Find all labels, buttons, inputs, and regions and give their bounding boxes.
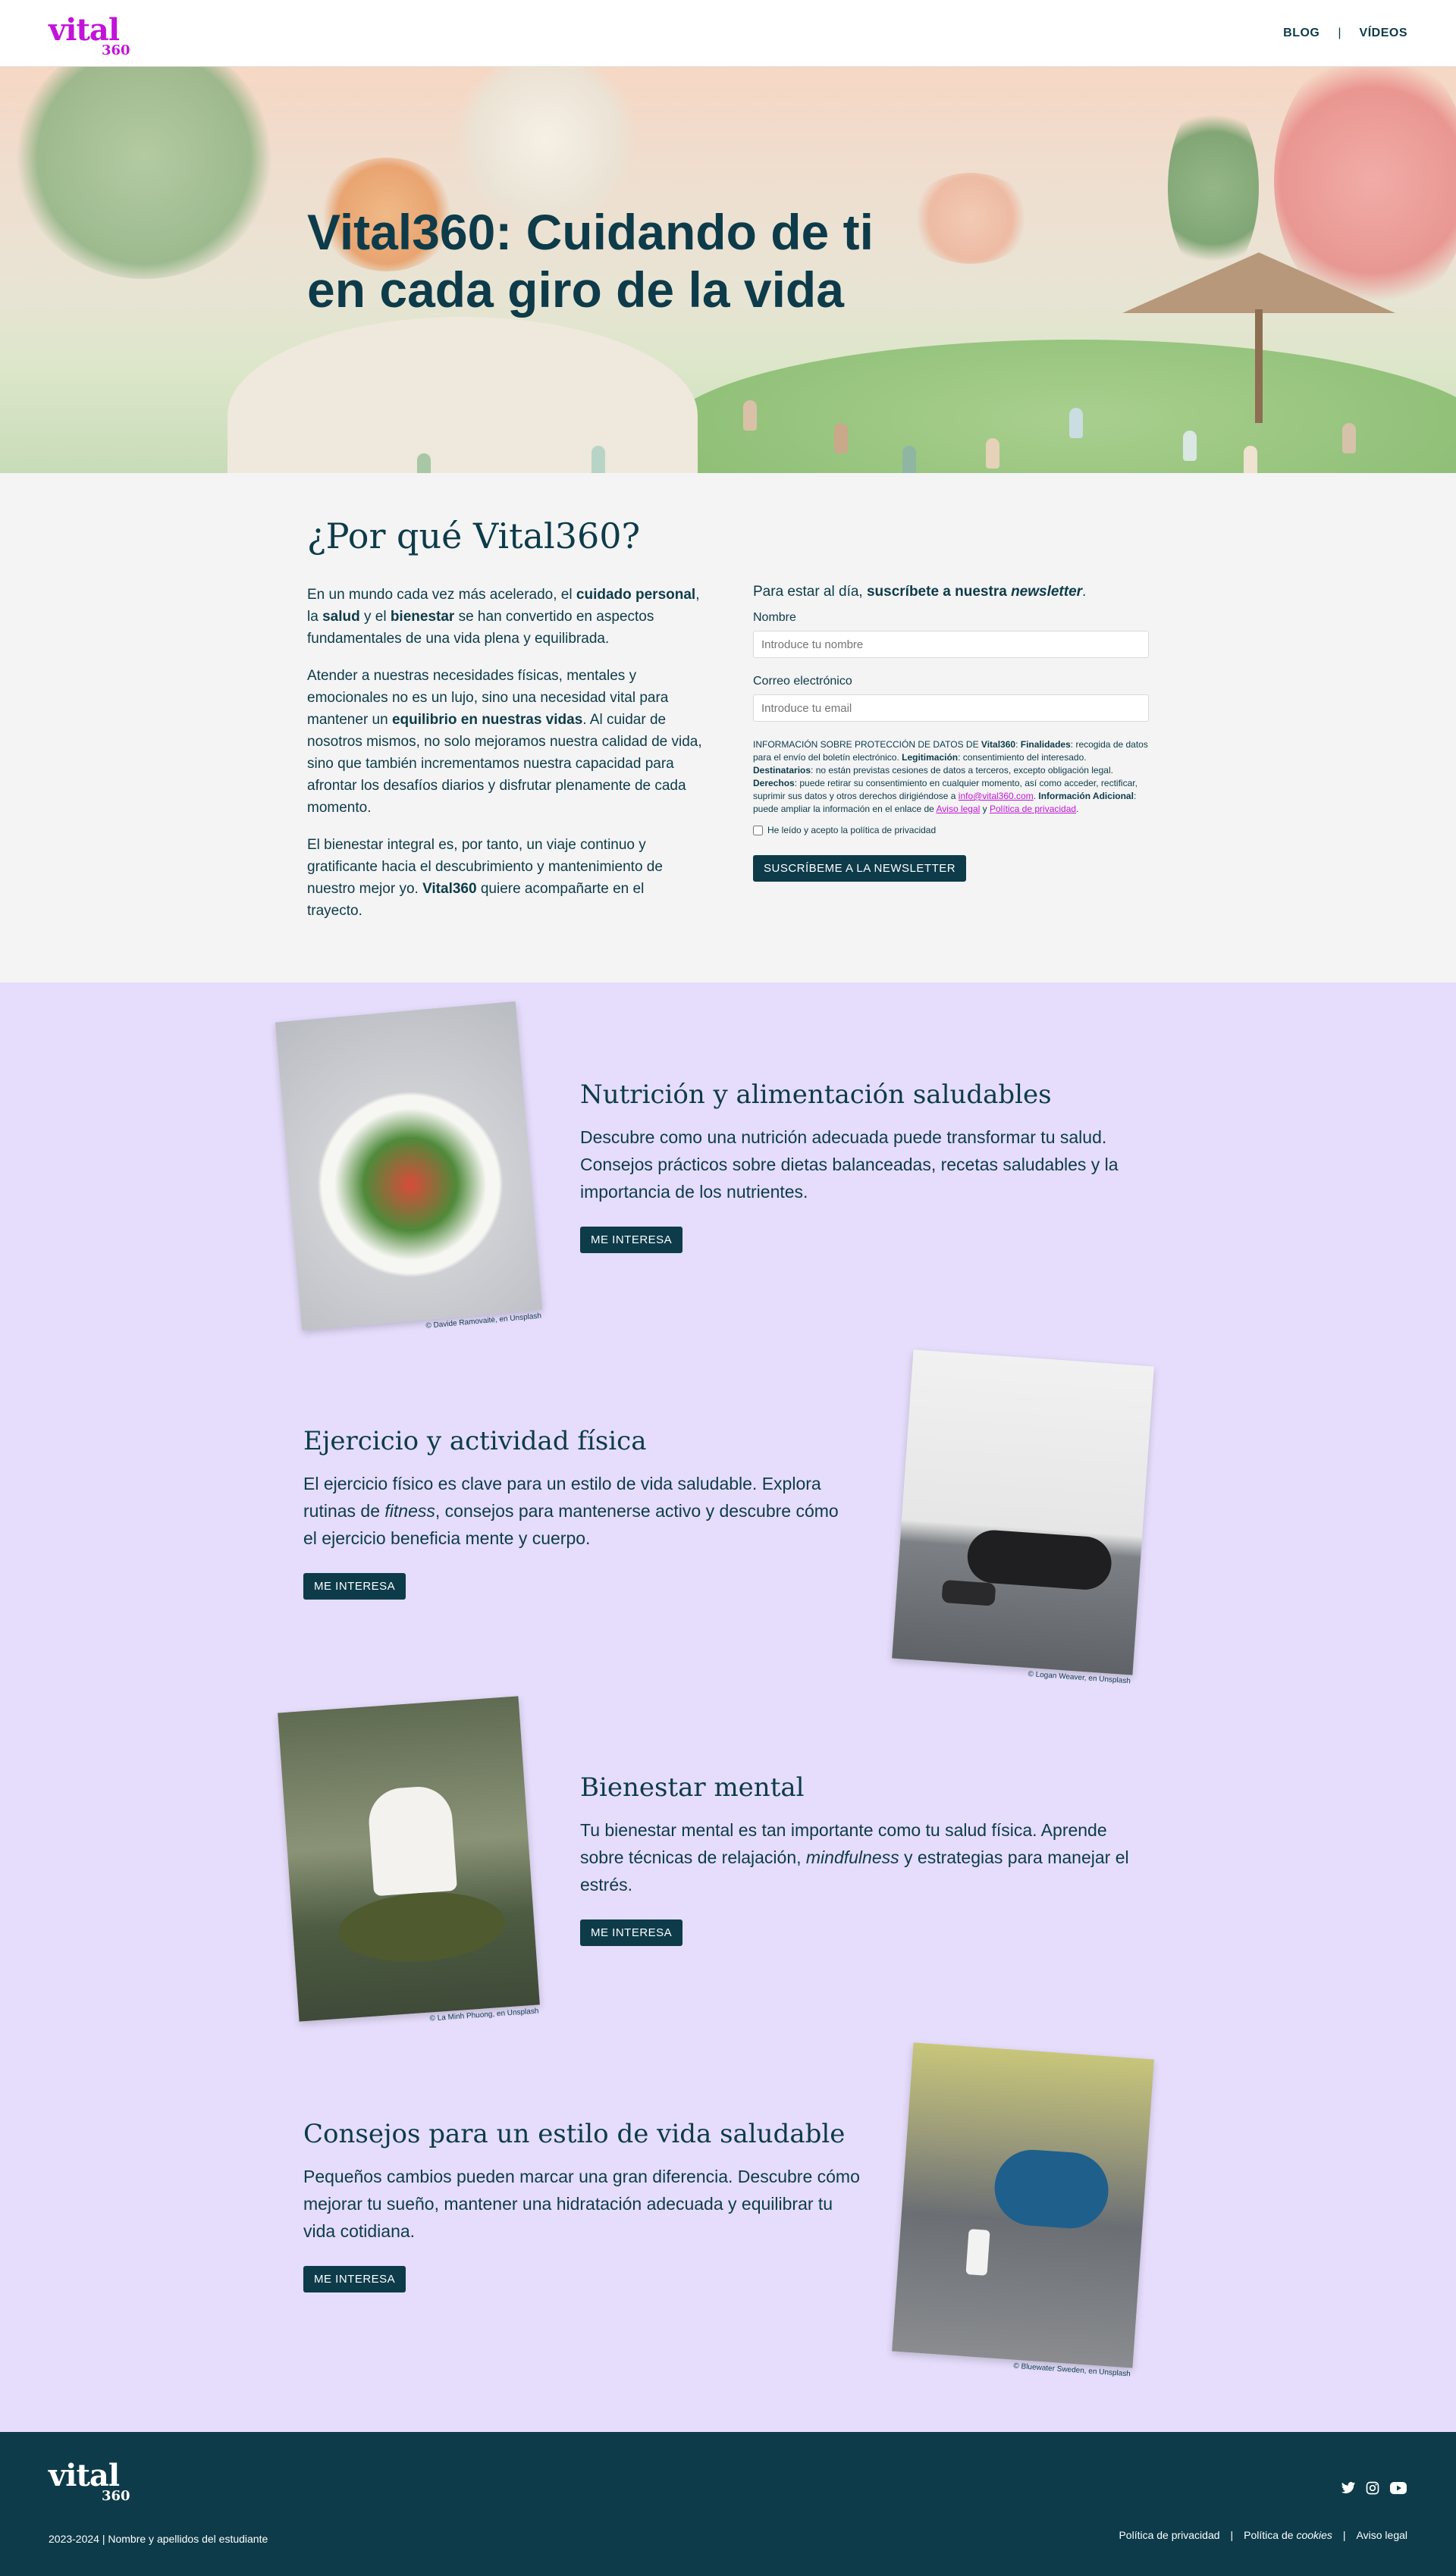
exercise-photo: © Logan Weaver, en Unsplash (892, 1349, 1154, 1685)
topic-title: Nutrición y alimentación saludables (580, 1080, 1052, 1110)
topic-exercise: Ejercicio y actividad física El ejercici… (288, 1349, 1168, 1704)
privacy-consent-row: He leído y acepto la política de privaci… (753, 825, 1149, 835)
site-footer: vital 360 2023-2024 | Nombre y apellidos… (0, 2432, 1456, 2576)
topic-description: Tu bienestar mental es tan importante co… (580, 1820, 1129, 1894)
why-paragraph-1: En un mundo cada vez más acelerado, el c… (307, 587, 700, 647)
privacy-policy-link[interactable]: Política de privacidad (990, 804, 1076, 814)
topic-text: Consejos para un estilo de vida saludabl… (303, 2119, 864, 2292)
newsletter-form: Para estar al día, suscríbete a nuestra … (753, 584, 1149, 937)
footer-separator: | (1342, 2529, 1346, 2541)
hero-title: Vital360: Cuidando de ti en cada giro de… (307, 204, 874, 318)
footer-separator: | (1230, 2529, 1234, 2541)
hero-person (592, 446, 605, 473)
hero-lawn (660, 340, 1456, 473)
topic-title: Bienestar mental (580, 1772, 805, 1803)
instagram-icon[interactable] (1365, 2480, 1380, 2496)
hero-gazebo-post (1255, 309, 1263, 423)
footer-cookies-link[interactable]: Política de cookies (1244, 2529, 1332, 2541)
hero-person (986, 438, 999, 469)
me-interesa-button[interactable]: ME INTERESA (303, 2266, 406, 2292)
me-interesa-button[interactable]: ME INTERESA (580, 1227, 683, 1253)
contact-email-link[interactable]: info@vital360.com (959, 791, 1034, 801)
email-label: Correo electrónico (753, 675, 852, 688)
stretching-photo: © Bluewater Sweden, en Unsplash (892, 2042, 1154, 2378)
privacy-consent-label: He leído y acepto la política de privaci… (767, 825, 937, 835)
logo-number: 360 (102, 2488, 130, 2504)
hero-person (417, 453, 431, 473)
photo-credit: © Bluewater Sweden, en Unsplash (1013, 2361, 1131, 2379)
meditation-photo: © La Minh Phuong, en Unsplash (278, 1696, 540, 2023)
hero-person (1342, 423, 1356, 453)
name-label: Nombre (753, 611, 796, 624)
hero-banner: Vital360: Cuidando de ti en cada giro de… (0, 67, 1456, 473)
topic-lifestyle: Consejos para un estilo de vida saludabl… (288, 2042, 1168, 2397)
newsletter-intro: Para estar al día, suscríbete a nuestra … (753, 584, 1087, 600)
why-text: En un mundo cada vez más acelerado, el c… (307, 584, 703, 937)
topics-section: © Davide Ramovaitė, en Unsplash Nutrició… (0, 982, 1456, 2432)
topic-title: Consejos para un estilo de vida saludabl… (303, 2119, 846, 2149)
why-title: ¿Por qué Vital360? (307, 516, 641, 556)
hero-tree-white (455, 67, 637, 226)
hero-person (1183, 431, 1197, 461)
site-header: vital 360 BLOG | VÍDEOS (0, 0, 1456, 67)
photo-credit: © Davide Ramovaitė, en Unsplash (425, 1312, 542, 1330)
vital360-logo[interactable]: vital 360 (49, 9, 132, 58)
topic-title: Ejercicio y actividad física (303, 1426, 647, 1456)
hero-person (743, 400, 757, 431)
me-interesa-button[interactable]: ME INTERESA (303, 1573, 406, 1600)
why-paragraph-3: El bienestar integral es, por tanto, un … (307, 837, 663, 919)
footer-privacy-link[interactable]: Política de privacidad (1119, 2529, 1219, 2541)
footer-logo[interactable]: vital 360 (49, 2455, 132, 2504)
footer-links: Política de privacidad | Política de coo… (1119, 2529, 1407, 2541)
topic-text: Bienestar mental Tu bienestar mental es … (580, 1772, 1141, 1946)
stretching-man (992, 2147, 1111, 2231)
nav-separator: | (1338, 26, 1341, 39)
legal-notice-link[interactable]: Aviso legal (937, 804, 981, 814)
photo-credit: © Logan Weaver, en Unsplash (1028, 1669, 1131, 1686)
water-bottle (965, 2229, 990, 2276)
exercise-person (965, 1528, 1113, 1592)
copyright-text: 2023-2024 | Nombre y apellidos del estud… (49, 2533, 268, 2545)
hero-tree-green-right (1168, 97, 1259, 279)
hero-person (902, 446, 916, 473)
name-input[interactable] (753, 631, 1149, 658)
meditation-cushion (336, 1887, 508, 1967)
email-input[interactable] (753, 694, 1149, 722)
photo-credit: © La Minh Phuong, en Unsplash (429, 2007, 539, 2023)
hero-path (228, 317, 698, 473)
why-paragraph-2: Atender a nuestras necesidades físicas, … (307, 668, 702, 816)
hero-tree-left (15, 67, 273, 279)
salad-photo: © Davide Ramovaitė, en Unsplash (275, 1001, 543, 1331)
topic-mental: © La Minh Phuong, en Unsplash Bienestar … (278, 1696, 1168, 2051)
hero-person (834, 423, 848, 453)
topic-description: El ejercicio físico es clave para un est… (303, 1474, 839, 1548)
topic-nutrition: © Davide Ramovaitė, en Unsplash Nutrició… (275, 1001, 1168, 1358)
footer-legal-link[interactable]: Aviso legal (1357, 2529, 1407, 2541)
twitter-icon[interactable] (1341, 2480, 1356, 2496)
nav-blog-link[interactable]: BLOG (1283, 27, 1320, 40)
me-interesa-button[interactable]: ME INTERESA (580, 1919, 683, 1946)
topic-text: Nutrición y alimentación saludables Desc… (580, 1080, 1141, 1253)
data-protection-notice: INFORMACIÓN SOBRE PROTECCIÓN DE DATOS DE… (753, 739, 1148, 814)
hero-person (1069, 408, 1083, 438)
social-links (1341, 2480, 1407, 2496)
dumbbell (941, 1579, 996, 1606)
topic-description: Pequeños cambios pueden marcar una gran … (303, 2167, 860, 2241)
why-section: ¿Por qué Vital360? En un mundo cada vez … (0, 473, 1456, 982)
topic-description: Descubre como una nutrición adecuada pue… (580, 1127, 1119, 1202)
privacy-consent-checkbox[interactable] (753, 825, 763, 835)
subscribe-button[interactable]: SUSCRÍBEME A LA NEWSLETTER (753, 855, 967, 882)
logo-number: 360 (102, 42, 130, 58)
main-nav: BLOG | VÍDEOS (1283, 27, 1407, 40)
youtube-icon[interactable] (1389, 2480, 1407, 2496)
meditating-woman (366, 1784, 458, 1897)
topic-text: Ejercicio y actividad física El ejercici… (303, 1426, 849, 1600)
nav-videos-link[interactable]: VÍDEOS (1360, 27, 1407, 40)
hero-person (1244, 446, 1257, 473)
